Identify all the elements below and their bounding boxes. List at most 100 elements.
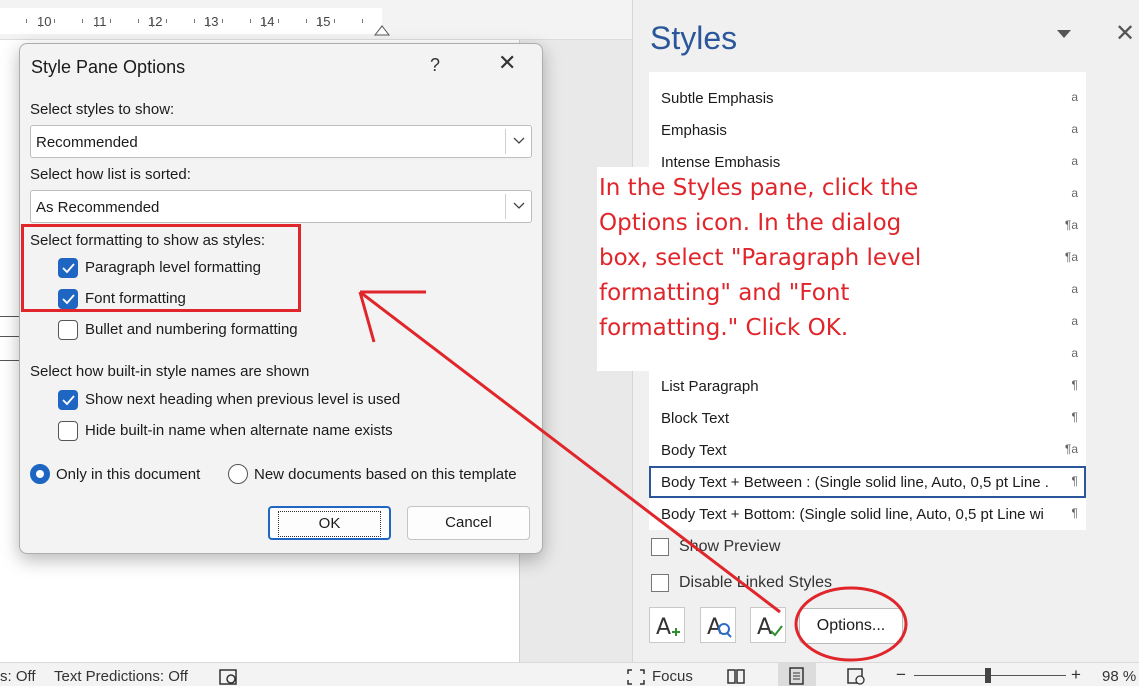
style-name: Body Text [661, 442, 727, 459]
ruler-tick [110, 19, 111, 23]
chevron-down-icon [513, 137, 525, 144]
dialog-title: Style Pane Options [31, 57, 186, 77]
hide-builtin-checkbox[interactable] [58, 421, 78, 441]
style-type-icon: a [1071, 154, 1078, 168]
sort-value: As Recommended [36, 199, 160, 216]
sort-dropdown[interactable]: As Recommended [30, 190, 532, 223]
manage-styles-button[interactable]: A [750, 607, 786, 643]
svg-text:A: A [757, 615, 772, 640]
show-next-heading-checkbox[interactable] [58, 390, 78, 410]
ruler-tick [40, 19, 41, 27]
only-this-document-label: Only in this document [56, 466, 201, 483]
checkmark-icon [62, 395, 75, 406]
style-type-icon: ¶a [1064, 250, 1078, 264]
style-name: Subtle Emphasis [661, 90, 774, 107]
ruler-tick [152, 19, 153, 27]
show-preview-label: Show Preview [679, 538, 781, 555]
builtin-names-label: Select how built-in style names are show… [30, 363, 310, 380]
select-styles-dropdown[interactable]: Recommended [30, 125, 532, 158]
new-style-button[interactable]: A [649, 607, 685, 643]
only-this-document-radio[interactable] [30, 464, 50, 484]
ruler-number: 15 [316, 14, 331, 29]
zoom-level[interactable]: 98 % [1102, 668, 1136, 685]
focus-icon[interactable] [626, 668, 648, 686]
ruler-tick [208, 19, 209, 27]
ruler-number: 12 [148, 14, 163, 29]
svg-text:A: A [656, 615, 671, 640]
close-icon[interactable]: ✕ [498, 52, 516, 74]
disable-linked-styles-checkbox[interactable] [651, 574, 669, 592]
ruler-tick [334, 19, 335, 23]
indent-marker-icon[interactable] [374, 24, 390, 36]
page-line [0, 316, 20, 317]
styles-pane-title: Styles [650, 20, 738, 56]
select-styles-label: Select styles to show: [30, 101, 175, 118]
ruler-tick [166, 19, 167, 23]
manage-styles-icon: A [757, 615, 783, 640]
style-inspector-icon: A [707, 615, 732, 640]
zoom-out-button[interactable]: − [896, 665, 906, 685]
bullet-numbering-checkbox[interactable] [58, 320, 78, 340]
ok-button[interactable]: OK [268, 506, 391, 540]
style-item[interactable]: List Paragraph ¶ [649, 370, 1086, 402]
ruler-number: 13 [204, 14, 219, 29]
style-type-icon: a [1071, 346, 1078, 360]
new-documents-radio[interactable] [228, 464, 248, 484]
dropdown-button[interactable] [505, 129, 531, 154]
style-item-selected[interactable]: Body Text + Between : (Single solid line… [649, 466, 1086, 498]
text-predictions-status[interactable]: Text Predictions: Off [54, 668, 188, 685]
ruler-tick [264, 19, 265, 27]
status-bar: s: Off Text Predictions: Off Focus − + 9… [0, 662, 1139, 686]
options-button[interactable]: Options... [799, 608, 903, 644]
annotation-callout: In the Styles pane, click the Options ic… [597, 167, 952, 371]
print-layout-button[interactable] [778, 663, 816, 686]
style-item[interactable]: Emphasis a [649, 114, 1086, 146]
focus-button[interactable]: Focus [652, 668, 693, 685]
ruler-tick [320, 19, 321, 27]
dropdown-button[interactable] [505, 194, 531, 219]
zoom-in-button[interactable]: + [1071, 665, 1081, 685]
style-name: Emphasis [661, 122, 727, 139]
ruler[interactable]: 10 11 12 13 14 15 [0, 0, 632, 40]
style-type-icon: a [1071, 186, 1078, 200]
style-name: Body Text + Bottom: (Single solid line, … [661, 506, 1044, 523]
style-type-icon: a [1071, 282, 1078, 296]
style-type-icon: ¶a [1064, 442, 1078, 456]
annotation-highlight-box [21, 224, 301, 312]
read-mode-icon[interactable] [726, 667, 748, 685]
page-line [0, 336, 20, 337]
status-cut-item[interactable]: s: Off [0, 668, 36, 685]
style-name: List Paragraph [661, 378, 759, 395]
style-inspector-button[interactable]: A [700, 607, 736, 643]
sort-label: Select how list is sorted: [30, 166, 191, 183]
zoom-slider-thumb[interactable] [985, 668, 991, 683]
pane-options-chevron-icon[interactable] [1057, 30, 1071, 38]
ruler-tick [54, 19, 55, 23]
style-item[interactable]: Subtle Emphasis a [649, 82, 1086, 114]
ruler-tick [278, 19, 279, 23]
pane-close-icon[interactable]: ✕ [1115, 22, 1135, 46]
ruler-tick [138, 19, 139, 23]
hide-builtin-label: Hide built-in name when alternate name e… [85, 422, 393, 439]
style-item[interactable]: Block Text ¶ [649, 402, 1086, 434]
style-item[interactable]: Body Text ¶a [649, 434, 1086, 466]
style-name: Body Text + Between : (Single solid line… [661, 474, 1049, 491]
new-documents-label: New documents based on this template [254, 466, 517, 483]
accessibility-icon[interactable] [218, 668, 240, 686]
bullet-numbering-label: Bullet and numbering formatting [85, 321, 298, 338]
help-icon[interactable]: ? [430, 55, 440, 76]
ok-button-label: OK [278, 511, 381, 537]
style-item[interactable]: Body Text + Bottom: (Single solid line, … [649, 498, 1086, 530]
cancel-button[interactable]: Cancel [407, 506, 530, 540]
style-type-icon: ¶ [1071, 410, 1078, 424]
ruler-number: 14 [260, 14, 275, 29]
ruler-tick [362, 19, 363, 23]
print-layout-icon [789, 667, 804, 685]
disable-linked-styles-label: Disable Linked Styles [679, 574, 832, 591]
new-style-icon: A [656, 615, 680, 640]
style-type-icon: a [1071, 122, 1078, 136]
select-styles-value: Recommended [36, 134, 138, 151]
page-line [0, 360, 20, 361]
show-preview-checkbox[interactable] [651, 538, 669, 556]
web-layout-icon[interactable] [846, 667, 868, 685]
